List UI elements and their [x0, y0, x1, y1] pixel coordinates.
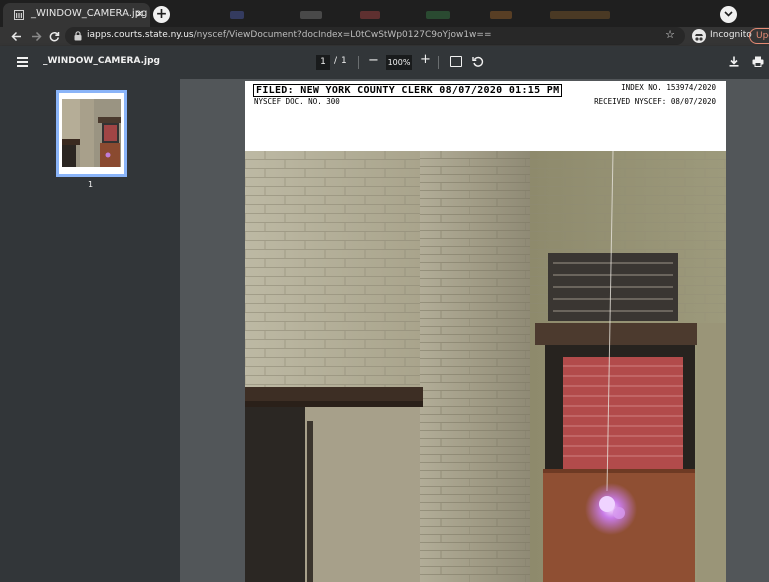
fit-to-page-icon[interactable] — [450, 56, 462, 67]
hamburger-icon[interactable] — [17, 57, 28, 67]
tab-title: _WINDOW_CAMERA.jpg — [31, 8, 148, 19]
tab-strip: _WINDOW_CAMERA.jpg × + — [0, 0, 769, 27]
pdf-document-title: _WINDOW_CAMERA.jpg — [43, 56, 160, 66]
download-icon[interactable] — [729, 56, 739, 67]
browser-tab[interactable]: _WINDOW_CAMERA.jpg × — [3, 3, 150, 27]
received-date: RECEIVED NYSCEF: 08/07/2020 — [594, 97, 716, 106]
thumbnail-image — [62, 99, 121, 167]
address-bar[interactable]: iapps.courts.state.ny.us/nyscef/ViewDocu… — [65, 27, 685, 45]
back-arrow-icon[interactable] — [8, 28, 24, 44]
lock-icon[interactable] — [74, 31, 82, 41]
background-bookmarks — [190, 11, 700, 21]
page-separator: / — [334, 56, 338, 66]
new-tab-button[interactable]: + — [153, 6, 170, 23]
pdf-page: FILED: NEW YORK COUNTY CLERK 08/07/2020 … — [245, 81, 726, 582]
current-page-input[interactable]: 1 — [316, 55, 330, 70]
chevron-down-icon — [724, 11, 733, 17]
page-thumbnail[interactable] — [56, 90, 127, 177]
url-text[interactable]: iapps.courts.state.ny.us/nyscef/ViewDocu… — [87, 30, 492, 40]
rotate-icon[interactable] — [472, 55, 484, 68]
toolbar-divider — [438, 56, 439, 69]
incognito-icon[interactable] — [692, 29, 706, 43]
forward-arrow-icon[interactable] — [28, 28, 44, 44]
thumbnail-page-number: 1 — [88, 180, 94, 189]
window-camera-photo — [245, 151, 726, 582]
pdf-toolbar: _WINDOW_CAMERA.jpg 1 / 1 − 100% + — [0, 46, 769, 79]
print-icon[interactable] — [752, 56, 764, 67]
index-number: INDEX NO. 153974/2020 — [621, 83, 716, 92]
zoom-in-button[interactable]: + — [420, 52, 431, 67]
thumbnail-sidebar: 1 — [0, 79, 180, 582]
url-path: /nyscef/ViewDocument?docIndex=L0tCwStWp0… — [193, 30, 492, 40]
zoom-level-input[interactable]: 100% — [386, 55, 412, 70]
reload-icon[interactable] — [46, 28, 62, 44]
browser-toolbar: iapps.courts.state.ny.us/nyscef/ViewDocu… — [0, 27, 769, 46]
zoom-out-button[interactable]: − — [368, 53, 379, 68]
nyscef-doc-number: NYSCEF DOC. NO. 300 — [254, 97, 340, 106]
image-file-icon — [14, 10, 24, 20]
total-pages: 1 — [341, 56, 347, 66]
filed-stamp: FILED: NEW YORK COUNTY CLERK 08/07/2020 … — [253, 84, 563, 97]
tab-close-icon[interactable]: × — [135, 7, 144, 20]
document-viewport[interactable]: FILED: NEW YORK COUNTY CLERK 08/07/2020 … — [180, 79, 769, 582]
incognito-label[interactable]: Incognito — [710, 30, 752, 40]
toolbar-divider — [358, 56, 359, 69]
tab-search-button[interactable] — [720, 6, 737, 23]
url-host: iapps.courts.state.ny.us — [87, 30, 194, 40]
update-button[interactable]: Upd — [749, 28, 769, 44]
bookmark-star-icon[interactable]: ☆ — [665, 28, 675, 41]
